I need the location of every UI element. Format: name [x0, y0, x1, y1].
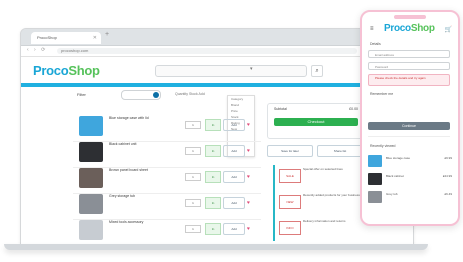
remember-me-link[interactable]: Remember me — [370, 92, 393, 96]
product-name[interactable]: Mixed tools accessory — [109, 220, 165, 225]
add-button[interactable]: Add — [223, 171, 245, 183]
password-field[interactable]: Password — [368, 62, 450, 70]
quantity-field[interactable]: 1 — [185, 147, 201, 155]
quantity-field[interactable]: 1 — [185, 121, 201, 129]
divider — [273, 165, 275, 241]
save-for-later-button[interactable]: Save for later — [267, 145, 313, 157]
heart-icon[interactable]: ♥ — [247, 174, 250, 180]
item-title: Blue storage case — [386, 156, 411, 160]
add-button[interactable]: Add — [223, 197, 245, 209]
promo-text: Recently added products for your busines… — [303, 193, 360, 197]
promo-text: Delivery information and returns — [303, 219, 346, 223]
cart-summary: Subtotal £0.00 Checkout — [267, 103, 365, 139]
heart-icon[interactable]: ♥ — [247, 148, 250, 154]
product-name[interactable]: Blue storage case with lid — [109, 116, 165, 121]
stock-badge: In — [205, 145, 221, 157]
stock-badge: In — [205, 119, 221, 131]
quantity-field[interactable]: 1 — [185, 225, 201, 233]
product-image[interactable] — [79, 220, 103, 240]
new-tab-icon[interactable]: + — [105, 31, 109, 38]
item-image — [368, 155, 382, 167]
checkout-button[interactable]: Checkout — [274, 118, 358, 126]
item-price: £9.99 — [444, 156, 452, 160]
laptop-base — [4, 244, 428, 250]
subtotal-label: Subtotal — [274, 107, 287, 111]
add-button[interactable]: Add — [223, 223, 245, 235]
list-item[interactable]: Grey tub £6.49 — [368, 190, 452, 204]
add-button[interactable]: Add — [223, 145, 245, 157]
main-content: Filter Quantity Stock Add Category Brand… — [21, 87, 413, 245]
phone-logo[interactable]: ProcoShop — [384, 23, 435, 34]
product-row[interactable]: Grey storage tub 1 In Add ♥ — [73, 191, 261, 220]
promo-item[interactable]: INFO Delivery information and returns — [279, 217, 361, 245]
item-title: Grey tub — [386, 192, 398, 196]
tab-label: ProcoShop — [37, 35, 57, 40]
product-image[interactable] — [79, 194, 103, 214]
heart-icon[interactable]: ♥ — [247, 200, 250, 206]
address-bar-row: ‹ › ⟳ procoshop.com — [21, 46, 413, 57]
email-field[interactable]: Email address — [368, 50, 450, 58]
product-image[interactable] — [79, 142, 103, 162]
product-row[interactable]: Black cabinet unit 1 In Add ♥ — [73, 139, 261, 168]
product-name[interactable]: Black cabinet unit — [109, 142, 165, 147]
product-name[interactable]: Grey storage tub — [109, 194, 165, 199]
heart-icon[interactable]: ♥ — [247, 226, 250, 232]
cart-icon[interactable]: 🛒 — [445, 26, 452, 33]
list-item[interactable]: Blue storage case £9.99 — [368, 154, 452, 168]
item-price: £6.49 — [444, 192, 452, 196]
phone-mockup: ≡ ProcoShop 🛒 Details Email address Pass… — [360, 10, 460, 226]
address-bar[interactable]: procoshop.com — [57, 48, 357, 54]
search-icon[interactable]: ⌕ — [311, 65, 323, 77]
quantity-field[interactable]: 1 — [185, 199, 201, 207]
product-row[interactable]: Brown panel board sheet 1 In Add ♥ — [73, 165, 261, 194]
chevron-down-icon[interactable]: ▾ — [250, 66, 253, 72]
site-header: ProcoShop ▾ ⌕ ♡ ⚙ 🛒 — [21, 57, 413, 83]
divider — [368, 136, 450, 137]
stock-badge: In — [205, 197, 221, 209]
section-title: Details — [370, 42, 381, 46]
cart-actions: Save for later Share list — [267, 145, 363, 157]
list-title: Recently viewed — [370, 144, 396, 148]
subtotal-value: £0.00 — [349, 107, 358, 111]
nav-arrows-icon[interactable]: ‹ › ⟳ — [27, 47, 47, 53]
stock-badge: In — [205, 223, 221, 235]
product-row[interactable]: Mixed tools accessory 1 In Add ♥ — [73, 217, 261, 245]
filter-label: Filter — [77, 92, 86, 97]
promo-item[interactable]: SALE Special offer on selected lines — [279, 165, 361, 193]
product-image[interactable] — [79, 168, 103, 188]
share-list-button[interactable]: Share list — [317, 145, 363, 157]
promo-tag: SALE — [279, 169, 301, 183]
toggle-knob — [153, 92, 159, 98]
promo-tag: NEW — [279, 195, 301, 209]
add-button[interactable]: Add — [223, 119, 245, 131]
error-message: Please check the details and try again — [368, 74, 450, 86]
laptop-screen: ProcoShop ✕ + ‹ › ⟳ procoshop.com ProcoS… — [20, 28, 414, 246]
product-name[interactable]: Brown panel board sheet — [109, 168, 165, 173]
browser-tab-bar: ProcoShop ✕ + — [21, 29, 413, 46]
phone-notch — [394, 15, 426, 19]
heart-icon[interactable]: ♥ — [247, 122, 250, 128]
item-image — [368, 191, 382, 203]
site-logo[interactable]: ProcoShop — [33, 63, 100, 78]
item-price: £24.99 — [442, 174, 452, 178]
promo-tag: INFO — [279, 221, 301, 235]
filter-toggle[interactable] — [121, 90, 161, 100]
promo-item[interactable]: NEW Recently added products for your bus… — [279, 191, 361, 219]
list-item[interactable]: Black cabinet £24.99 — [368, 172, 452, 186]
promo-text: Special offer on selected lines — [303, 167, 343, 171]
item-image — [368, 173, 382, 185]
column-header: Quantity Stock Add — [175, 92, 205, 96]
product-image[interactable] — [79, 116, 103, 136]
item-title: Black cabinet — [386, 174, 404, 178]
close-icon[interactable]: ✕ — [93, 32, 97, 44]
stock-badge: In — [205, 171, 221, 183]
menu-icon[interactable]: ≡ — [370, 26, 374, 32]
product-row[interactable]: Blue storage case with lid 1 In Add ♥ — [73, 113, 261, 142]
browser-tab[interactable]: ProcoShop ✕ — [31, 32, 101, 44]
continue-button[interactable]: Continue — [368, 122, 450, 130]
search-input[interactable]: ▾ — [155, 65, 307, 77]
quantity-field[interactable]: 1 — [185, 173, 201, 181]
